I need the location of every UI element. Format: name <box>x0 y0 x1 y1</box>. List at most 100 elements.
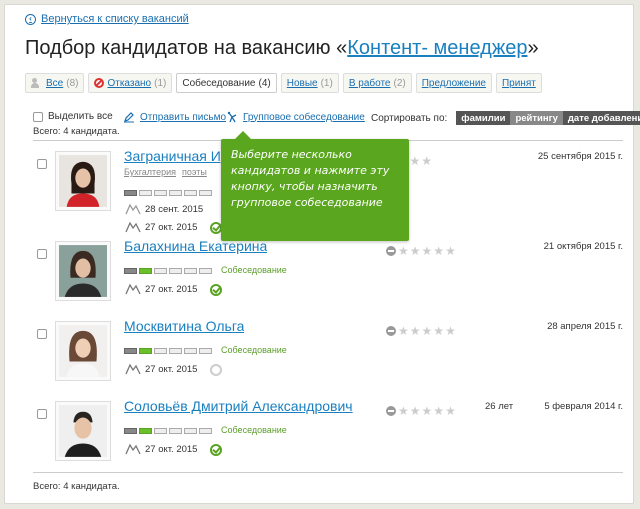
meeting-icon <box>125 283 141 295</box>
stage-label: Собеседование <box>221 425 287 435</box>
minus-icon[interactable] <box>386 326 396 336</box>
avatar-icon <box>59 325 107 377</box>
meeting-scheduled: 27 окт. 2015 <box>124 363 197 375</box>
star-icon[interactable]: ★ <box>398 405 409 417</box>
group-interview-button[interactable]: Групповое собеседование <box>226 111 365 123</box>
sort-by-rating[interactable]: рейтингу <box>510 111 563 125</box>
stage-progress <box>124 428 212 434</box>
stage-progress <box>124 190 212 196</box>
candidate-photo[interactable] <box>55 401 111 461</box>
candidate-photo[interactable] <box>55 241 111 301</box>
star-icon[interactable]: ★ <box>410 155 421 167</box>
select-all-checkbox[interactable] <box>33 111 43 122</box>
star-icon[interactable]: ★ <box>433 245 444 257</box>
tab-new[interactable]: Новые (1) <box>280 73 339 93</box>
sort-controls: Сортировать по: фамилии рейтингу дате до… <box>371 111 640 125</box>
star-icon[interactable]: ★ <box>410 325 421 337</box>
rejected-icon <box>94 78 105 88</box>
confirmed-icon[interactable] <box>210 444 222 456</box>
unconfirmed-icon[interactable] <box>210 364 222 376</box>
candidate-checkbox[interactable] <box>37 249 47 259</box>
meeting-icon <box>125 203 141 215</box>
added-date: 25 сентября 2015 г. <box>537 151 623 162</box>
main-panel: ‹ Вернуться к списку вакансий Подбор кан… <box>4 4 640 504</box>
divider-bottom <box>33 472 623 473</box>
star-icon[interactable]: ★ <box>422 405 433 417</box>
meeting-past: 28 сент. 2015 <box>124 203 203 215</box>
candidate-checkbox[interactable] <box>37 329 47 339</box>
tab-hired[interactable]: Принят <box>495 73 542 93</box>
candidate-name-link[interactable]: Заграничная Ирина <box>124 148 230 164</box>
back-to-vacancies-link[interactable]: ‹ Вернуться к списку вакансий <box>25 13 189 25</box>
candidate-photo[interactable] <box>55 321 111 381</box>
avatar-icon <box>59 405 107 457</box>
star-icon[interactable]: ★ <box>445 405 456 417</box>
star-icon[interactable]: ★ <box>422 245 433 257</box>
vacancy-link[interactable]: Контент- менеджер <box>347 37 527 59</box>
select-all[interactable]: Выделить все <box>33 111 113 122</box>
sort-by-surname[interactable]: фамилии <box>456 111 511 125</box>
meeting-scheduled: 27 окт. 2015 <box>124 443 197 455</box>
stage-label: Собеседование <box>221 345 287 355</box>
candidate-photo[interactable] <box>55 151 111 211</box>
sort-by-date[interactable]: дате добавления <box>562 111 640 125</box>
handshake-icon <box>227 111 237 123</box>
total-count-bottom: Всего: 4 кандидата. <box>33 481 120 492</box>
tab-rejected[interactable]: Отказано (1) <box>88 73 173 93</box>
toolbar: Выделить все Отправить письмо Групповое … <box>25 111 640 127</box>
star-icon[interactable]: ★ <box>421 155 432 167</box>
tag-link[interactable]: Бухгалтерия <box>124 167 176 177</box>
star-icon[interactable]: ★ <box>398 325 409 337</box>
star-icon[interactable]: ★ <box>433 325 444 337</box>
star-icon[interactable]: ★ <box>445 325 456 337</box>
tab-in-progress[interactable]: В работе (2) <box>342 73 412 93</box>
candidate-age: 26 лет <box>485 401 514 412</box>
rating-stars[interactable]: ★ ★ ★ ★ ★ <box>386 245 456 257</box>
candidate-row: Соловьёв Дмитрий Александрович Собеседов… <box>25 398 625 471</box>
avatar-icon <box>59 155 107 207</box>
candidate-checkbox[interactable] <box>37 409 47 419</box>
total-count-top: Всего: 4 кандидата. <box>33 126 120 137</box>
minus-icon[interactable] <box>386 406 396 416</box>
candidate-checkbox[interactable] <box>37 159 47 169</box>
star-icon[interactable]: ★ <box>410 405 421 417</box>
added-date: 5 февраля 2014 г. <box>544 401 623 412</box>
back-arrow-icon: ‹ <box>25 13 36 25</box>
meeting-icon <box>125 221 141 233</box>
candidate-name-link[interactable]: Соловьёв Дмитрий Александрович <box>124 398 353 414</box>
stage-progress <box>124 348 212 354</box>
meeting-icon <box>125 443 141 455</box>
candidate-tags: Бухгалтерия поэты <box>124 167 213 177</box>
rating-stars[interactable]: ★ ★ ★ ★ ★ <box>386 405 456 417</box>
candidate-name-link[interactable]: Москвитина Ольга <box>124 318 244 334</box>
meeting-scheduled: 27 окт. 2015 <box>124 221 197 233</box>
tab-all[interactable]: Все (8) <box>25 73 85 93</box>
status-tabs: Все (8) Отказано (1) Собеседование (4) Н… <box>25 73 542 93</box>
candidate-row: Москвитина Ольга Собеседование 27 окт. 2… <box>25 318 625 391</box>
confirmed-icon[interactable] <box>210 284 222 296</box>
star-icon[interactable]: ★ <box>410 245 421 257</box>
tab-interview[interactable]: Собеседование (4) <box>176 73 277 93</box>
star-icon[interactable]: ★ <box>433 405 444 417</box>
star-icon[interactable]: ★ <box>445 245 456 257</box>
users-icon <box>31 78 43 88</box>
avatar-icon <box>59 245 107 297</box>
send-letter-button[interactable]: Отправить письмо <box>123 111 226 123</box>
tag-link[interactable]: поэты <box>182 167 207 177</box>
minus-icon[interactable] <box>386 246 396 256</box>
tab-offer[interactable]: Предложение <box>415 73 492 93</box>
pencil-icon <box>124 112 134 123</box>
stage-label: Собеседование <box>221 265 287 275</box>
page-title: Подбор кандидатов на вакансию «Контент- … <box>25 37 539 59</box>
star-icon[interactable]: ★ <box>398 245 409 257</box>
rating-stars[interactable]: ★ ★ ★ ★ ★ <box>386 325 456 337</box>
candidate-row: Балахнина Екатерина Собеседование 27 окт… <box>25 238 625 311</box>
star-icon[interactable]: ★ <box>422 325 433 337</box>
added-date: 28 апреля 2015 г. <box>547 321 623 332</box>
stage-progress <box>124 268 212 274</box>
meeting-scheduled: 27 окт. 2015 <box>124 283 197 295</box>
meeting-icon <box>125 363 141 375</box>
added-date: 21 октября 2015 г. <box>543 241 623 252</box>
back-link-label: Вернуться к списку вакансий <box>41 13 189 25</box>
group-interview-tooltip: Выберите несколько кандидатов и нажмите … <box>221 131 409 241</box>
